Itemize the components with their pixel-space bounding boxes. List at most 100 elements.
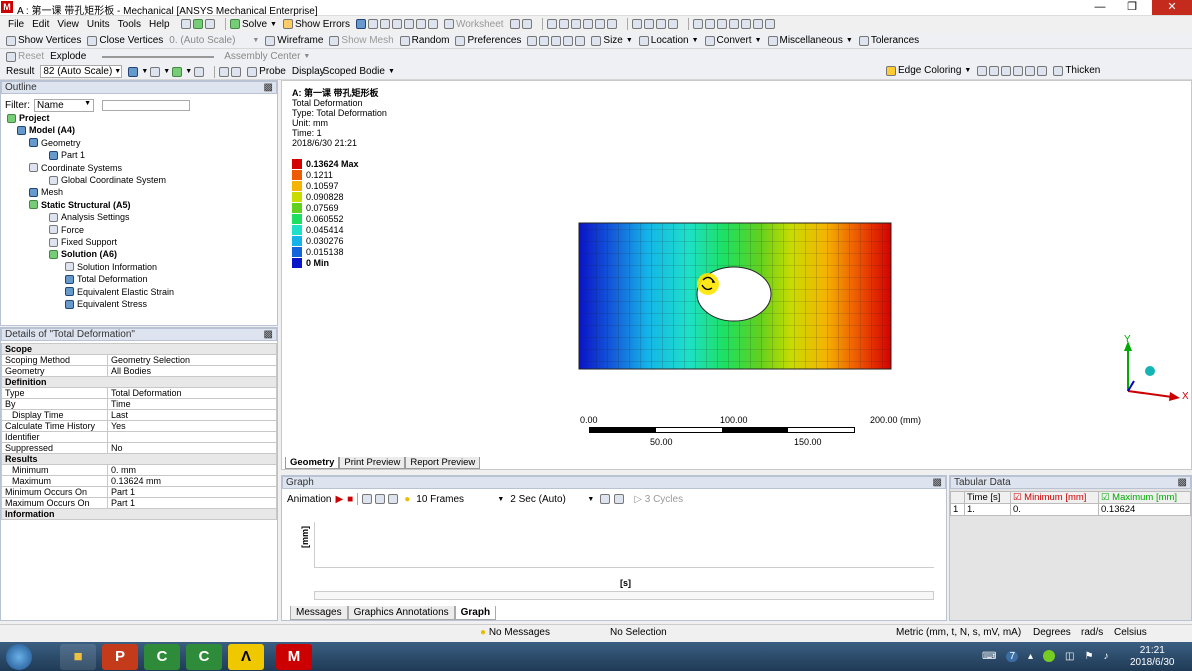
frames-dropdown[interactable]: 10 Frames ▼ xyxy=(416,494,504,505)
details-value[interactable]: Part 1 xyxy=(107,497,277,509)
prev-view-icon[interactable] xyxy=(728,19,739,29)
edge-style-3-icon[interactable] xyxy=(1001,65,1012,76)
details-section[interactable]: Information xyxy=(1,508,277,520)
table-icon[interactable] xyxy=(391,19,402,29)
zoom-box-icon[interactable] xyxy=(667,19,678,29)
assembly-center-dropdown[interactable]: Assembly Center ▼ xyxy=(224,51,310,62)
edge-style-6-icon[interactable] xyxy=(1037,65,1048,76)
details-row[interactable]: Identifier xyxy=(1,431,277,443)
show-errors-button[interactable]: Show Errors xyxy=(282,19,350,30)
details-value[interactable]: No xyxy=(107,442,277,454)
select-node-icon[interactable] xyxy=(594,19,605,29)
filter-search-input[interactable] xyxy=(102,100,190,111)
details-value[interactable]: Yes xyxy=(107,420,277,432)
geometry-display-icon[interactable] xyxy=(128,66,139,77)
deformation-plot[interactable] xyxy=(574,217,894,377)
probe-button[interactable]: Probe xyxy=(247,66,286,77)
edges-icon[interactable] xyxy=(172,66,183,77)
tray-app-icon[interactable] xyxy=(1043,650,1056,662)
tree-item[interactable]: Global Coordinate System xyxy=(49,175,166,185)
export-video-icon[interactable] xyxy=(600,494,611,504)
tree-item[interactable]: Force xyxy=(49,225,84,235)
iso-view-icon[interactable] xyxy=(752,19,763,29)
auto-scale-dropdown[interactable]: 0. (Auto Scale) ▼ xyxy=(169,35,259,46)
edge-style-1-icon[interactable] xyxy=(977,65,988,76)
next-view-icon[interactable] xyxy=(740,19,751,29)
menu-file[interactable]: File xyxy=(8,19,24,30)
copy-icon[interactable] xyxy=(367,19,378,29)
select-face-icon[interactable] xyxy=(570,19,581,29)
wireframe-button[interactable]: Wireframe xyxy=(265,35,323,46)
menu-edit[interactable]: Edit xyxy=(32,19,49,30)
convert-dropdown[interactable]: Convert ▼ xyxy=(704,35,762,46)
details-row[interactable]: Minimum 0. mm xyxy=(1,464,277,476)
details-row[interactable]: Geometry All Bodies xyxy=(1,365,277,377)
menu-view[interactable]: View xyxy=(57,19,79,30)
details-section[interactable]: Scope xyxy=(1,343,277,355)
details-value[interactable]: All Bodies xyxy=(107,365,277,377)
graph-scrollbar[interactable] xyxy=(314,591,934,600)
tree-item[interactable]: Project xyxy=(7,113,50,123)
select-element-icon[interactable] xyxy=(606,19,617,29)
pointer-icon[interactable] xyxy=(509,19,520,29)
tree-item[interactable]: Total Deformation xyxy=(65,274,148,284)
clock[interactable]: 21:21 2018/6/30 xyxy=(1130,645,1175,669)
viewport-tab-print-preview[interactable]: Print Preview xyxy=(339,457,406,469)
tree-item[interactable]: Analysis Settings xyxy=(49,212,130,222)
edge-style-5-icon[interactable] xyxy=(1025,65,1036,76)
vertex-icon[interactable] xyxy=(403,19,414,29)
edge-style-2-icon[interactable] xyxy=(989,65,1000,76)
details-value[interactable]: Total Deformation xyxy=(107,387,277,399)
size-dropdown[interactable]: Size ▼ xyxy=(591,35,633,46)
extend-icon[interactable] xyxy=(539,35,550,46)
details-value[interactable]: Time xyxy=(107,398,277,410)
thicken-button[interactable]: Thicken xyxy=(1053,65,1100,76)
details-value[interactable]: 0. mm xyxy=(107,464,277,476)
select-vertex-icon[interactable] xyxy=(546,19,557,29)
graph-icon[interactable] xyxy=(355,19,366,29)
details-section[interactable]: Results xyxy=(1,453,277,465)
pan-icon[interactable] xyxy=(643,19,654,29)
tree-item[interactable]: Fixed Support xyxy=(49,237,117,247)
camtasia-recorder-taskbar-icon[interactable]: C xyxy=(186,644,222,670)
explode-slider[interactable] xyxy=(102,55,215,58)
duration-dropdown[interactable]: 2 Sec (Auto) ▼ xyxy=(510,494,594,505)
viewport-tab-report-preview[interactable]: Report Preview xyxy=(405,457,481,469)
annotation-icon[interactable] xyxy=(415,19,426,29)
ansys-workbench-taskbar-icon[interactable]: Λ xyxy=(228,644,264,670)
tree-item[interactable]: Equivalent Stress xyxy=(65,299,147,309)
tree-item[interactable]: Solution Information xyxy=(65,262,157,272)
menu-help[interactable]: Help xyxy=(149,19,170,30)
col-maximum[interactable]: ☑ Maximum [mm] xyxy=(1098,491,1191,504)
select-body-icon[interactable] xyxy=(582,19,593,29)
result-scale-dropdown[interactable]: 82 (Auto Scale) ▼ xyxy=(40,65,123,78)
details-section[interactable]: Definition xyxy=(1,376,277,388)
image-icon[interactable] xyxy=(379,19,390,29)
menu-units[interactable]: Units xyxy=(87,19,110,30)
show-mesh-button[interactable]: Show Mesh xyxy=(329,35,394,46)
details-row[interactable]: Minimum Occurs On Part 1 xyxy=(1,486,277,498)
tray-volume-icon[interactable]: ♪ xyxy=(1103,651,1108,662)
tabular-pin-icon[interactable]: ▩ xyxy=(1178,477,1187,488)
details-row[interactable]: Type Total Deformation xyxy=(1,387,277,399)
tree-item[interactable]: Geometry xyxy=(29,138,81,148)
result-sets-icon[interactable] xyxy=(388,494,399,504)
stop-icon[interactable]: ■ xyxy=(347,494,353,505)
tray-arrow-icon[interactable]: ▴ xyxy=(1028,651,1033,662)
max-icon[interactable] xyxy=(219,66,230,77)
bottom-tab-graphics-annotations[interactable]: Graphics Annotations xyxy=(347,606,455,620)
details-pin-icon[interactable]: ▩ xyxy=(264,329,273,340)
check-icon[interactable] xyxy=(193,19,203,29)
vector-icon[interactable] xyxy=(194,66,205,77)
details-row[interactable]: Maximum 0.13624 mm xyxy=(1,475,277,487)
worksheet-button[interactable]: Worksheet xyxy=(443,19,504,30)
rotate-icon[interactable] xyxy=(631,19,642,29)
tree-item[interactable]: Model (A4) xyxy=(17,125,75,135)
edge-coloring-dropdown[interactable]: Edge Coloring ▼ xyxy=(886,65,971,76)
bulb-icon[interactable]: ● xyxy=(404,494,410,505)
contour-icon[interactable] xyxy=(150,66,161,77)
tree-item[interactable]: Part 1 xyxy=(49,150,85,160)
zoom-icon[interactable] xyxy=(655,19,666,29)
tree-item[interactable]: Equivalent Elastic Strain xyxy=(65,287,174,297)
image-export-icon[interactable] xyxy=(427,19,438,29)
